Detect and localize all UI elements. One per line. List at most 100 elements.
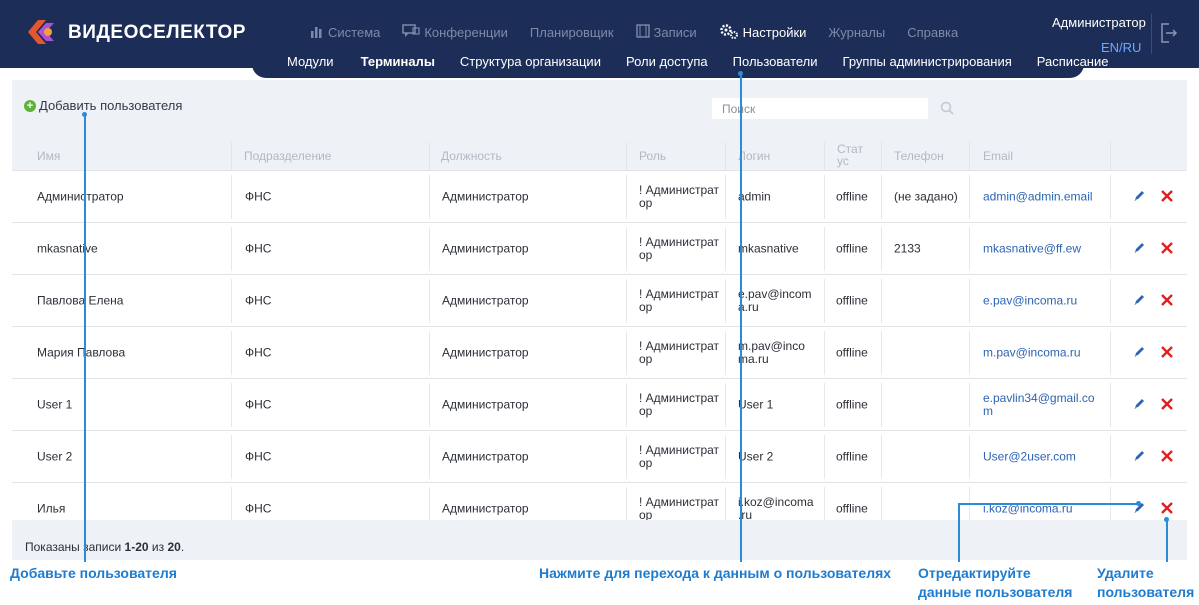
cell-email[interactable]: User@2user.com	[983, 450, 1103, 463]
search-icon[interactable]	[940, 101, 954, 115]
edit-icon[interactable]	[1133, 398, 1145, 410]
column-header-login[interactable]: Логин	[738, 150, 770, 162]
table-row[interactable]: Илья ФНС Администратор ! Администрат ор i.ko…	[12, 482, 1187, 520]
column-header-position[interactable]: Должность	[441, 150, 502, 162]
cell-name[interactable]: Илья	[37, 502, 227, 515]
column-header-email[interactable]: Email	[983, 150, 1013, 162]
column-header-status[interactable]: Стат ус	[837, 143, 865, 167]
delete-icon[interactable]	[1160, 345, 1174, 359]
cell-name[interactable]: Мария Павлова	[37, 346, 227, 359]
cell-email[interactable]: mkasnative@ff.ew	[983, 242, 1103, 255]
column-separator	[626, 383, 627, 427]
cell-email[interactable]: e.pav@incoma.ru	[983, 294, 1103, 307]
header-separator	[725, 142, 726, 170]
logout-icon[interactable]	[1160, 22, 1178, 44]
users-table: Администратор ФНС Администратор ! Администр…	[12, 170, 1187, 520]
tab-admin-groups[interactable]: Группы администрирования	[843, 54, 1012, 69]
cell-position: Администратор	[442, 397, 529, 411]
logo[interactable]: ВИДЕОСЕЛЕКТОР	[24, 14, 246, 50]
tab-users[interactable]: Пользователи	[733, 54, 818, 69]
delete-icon[interactable]	[1160, 397, 1174, 411]
nav-settings[interactable]: Настройки	[719, 23, 807, 41]
column-separator	[231, 331, 232, 375]
table-row[interactable]: User 1 ФНС Администратор ! Администрат ор Us…	[12, 378, 1187, 430]
cell-department: ФНС	[245, 293, 272, 307]
column-separator	[725, 435, 726, 479]
tab-schedule[interactable]: Расписание	[1037, 54, 1109, 69]
column-separator	[1110, 383, 1111, 427]
tab-modules[interactable]: Модули	[287, 54, 334, 69]
table-row[interactable]: Администратор ФНС Администратор ! Администр…	[12, 170, 1187, 222]
cell-status: offline	[836, 241, 868, 255]
edit-icon[interactable]	[1133, 190, 1145, 202]
cell-name[interactable]: User 1	[37, 398, 227, 411]
cell-login: e.pav@incom a.ru	[738, 286, 812, 314]
sub-nav: Модули Терминалы Структура организации Р…	[287, 54, 1108, 69]
callout-line-edit	[958, 503, 960, 562]
tab-terminals[interactable]: Терминалы	[361, 54, 435, 69]
header-separator	[231, 142, 232, 170]
delete-icon[interactable]	[1160, 501, 1174, 515]
language-switch[interactable]: EN/RU	[1101, 40, 1141, 55]
column-separator	[429, 175, 430, 219]
nav-records[interactable]: Записи	[635, 23, 697, 41]
nav-conferences[interactable]: Конференции	[402, 23, 508, 41]
delete-icon[interactable]	[1160, 241, 1174, 255]
column-header-department[interactable]: Подразделение	[244, 150, 331, 162]
nav-label: Справка	[907, 24, 959, 40]
edit-icon[interactable]	[1133, 450, 1145, 462]
column-separator	[231, 227, 232, 271]
cell-email[interactable]: admin@admin.email	[983, 190, 1103, 203]
column-separator	[429, 331, 430, 375]
nav-label: Настройки	[742, 24, 807, 40]
logo-text: ВИДЕОСЕЛЕКТОР	[68, 22, 246, 43]
table-row[interactable]: Павлова Елена ФНС Администратор ! Администр…	[12, 274, 1187, 326]
cell-name[interactable]: Павлова Елена	[37, 294, 227, 307]
edit-icon[interactable]	[1133, 346, 1145, 358]
nav-system[interactable]: Система	[310, 23, 380, 41]
cell-name[interactable]: User 2	[37, 450, 227, 463]
delete-icon[interactable]	[1160, 189, 1174, 203]
cell-department: ФНС	[245, 189, 272, 203]
chart-icon	[310, 25, 324, 40]
column-separator	[231, 435, 232, 479]
cell-name[interactable]: Администратор	[37, 190, 227, 203]
column-header-phone[interactable]: Телефон	[894, 150, 944, 162]
edit-icon[interactable]	[1133, 294, 1145, 306]
cell-position: Администратор	[442, 449, 529, 463]
cell-role: ! Администрат ор	[639, 442, 720, 470]
table-row[interactable]: mkasnative ФНС Администратор ! Администрат …	[12, 222, 1187, 274]
delete-icon[interactable]	[1160, 449, 1174, 463]
tab-access-roles[interactable]: Роли доступа	[626, 54, 708, 69]
cell-role: ! Администрат ор	[639, 390, 720, 418]
delete-icon[interactable]	[1160, 293, 1174, 307]
cell-email[interactable]: e.pavlin34@gmail.co m	[983, 391, 1103, 418]
column-separator	[1110, 435, 1111, 479]
nav-journals[interactable]: Журналы	[828, 23, 885, 41]
table-row[interactable]: Мария Павлова ФНС Администратор ! Администр…	[12, 326, 1187, 378]
column-separator	[824, 279, 825, 323]
cell-department: ФНС	[245, 397, 272, 411]
cell-name[interactable]: mkasnative	[37, 242, 227, 255]
cell-email[interactable]: m.pav@incoma.ru	[983, 346, 1103, 359]
cell-login: mkasnative	[738, 241, 799, 255]
table-row[interactable]: User 2 ФНС Администратор ! Администрат ор Us…	[12, 430, 1187, 482]
edit-icon[interactable]	[1133, 242, 1145, 254]
search-input[interactable]	[712, 98, 928, 119]
column-header-role[interactable]: Роль	[639, 150, 666, 162]
film-icon	[635, 24, 650, 40]
header-separator	[1110, 142, 1111, 170]
nav-scheduler[interactable]: Планировщик	[530, 23, 614, 41]
column-separator	[626, 487, 627, 520]
column-separator	[824, 435, 825, 479]
column-separator	[231, 279, 232, 323]
column-header-name[interactable]: Имя	[37, 150, 60, 162]
callout-line-delete	[1166, 519, 1168, 562]
add-user-button[interactable]: + Добавить пользователя	[24, 98, 182, 113]
nav-help[interactable]: Справка	[907, 23, 958, 41]
tab-org-structure[interactable]: Структура организации	[460, 54, 601, 69]
column-separator	[1110, 227, 1111, 271]
callout-open-user: Нажмите для перехода к данным о пользова…	[539, 565, 892, 581]
current-user[interactable]: Администратор	[1052, 15, 1146, 30]
column-separator	[824, 331, 825, 375]
